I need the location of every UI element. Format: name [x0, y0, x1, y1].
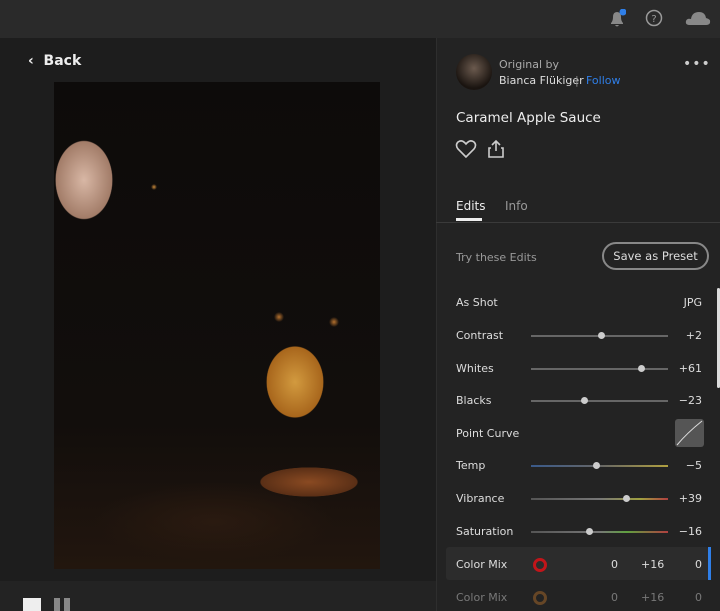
- slider-value: −23: [678, 394, 702, 407]
- color-mix-label: Color Mix: [456, 591, 508, 604]
- hue-value: 0: [611, 558, 618, 571]
- profile-label: As Shot: [456, 296, 498, 309]
- tab-info[interactable]: Info: [505, 199, 528, 213]
- color-swatch-icon[interactable]: [533, 558, 547, 572]
- slider-label: Temp: [456, 459, 486, 472]
- share-icon[interactable]: [487, 139, 505, 159]
- slider-track[interactable]: [531, 462, 668, 469]
- compare-view-button-half[interactable]: [64, 598, 70, 611]
- divider: [436, 222, 720, 223]
- hue-value: 0: [611, 591, 618, 604]
- slider-value: +2: [685, 329, 702, 342]
- slider-value: −5: [685, 459, 702, 472]
- tab-edits[interactable]: Edits: [456, 199, 486, 213]
- try-edits-label: Try these Edits: [456, 251, 537, 264]
- luminance-value: 0: [695, 591, 702, 604]
- author-name[interactable]: Bianca Flükiger: [499, 74, 584, 87]
- save-as-preset-button[interactable]: Save as Preset: [602, 242, 709, 270]
- photo-title: Caramel Apple Sauce: [456, 110, 601, 126]
- avatar[interactable]: [456, 54, 492, 90]
- slider-label: Vibrance: [456, 492, 505, 505]
- luminance-value: 0: [695, 558, 702, 571]
- svg-text:?: ?: [651, 14, 656, 25]
- help-icon[interactable]: ?: [645, 9, 663, 27]
- single-view-button[interactable]: [23, 598, 41, 611]
- bell-icon[interactable]: [608, 9, 626, 29]
- separator: |: [575, 74, 579, 87]
- point-curve-thumbnail[interactable]: [675, 419, 704, 447]
- slider-handle[interactable]: [593, 462, 601, 469]
- profile-value: JPG: [683, 296, 702, 309]
- more-options-icon[interactable]: •••: [683, 56, 711, 72]
- follow-link[interactable]: Follow: [586, 74, 621, 87]
- photo-detail: [54, 125, 134, 235]
- slider-track[interactable]: [531, 495, 668, 502]
- compare-view-button[interactable]: [54, 598, 60, 611]
- slider-track[interactable]: [531, 397, 668, 404]
- slider-label: Saturation: [456, 525, 514, 538]
- cloud-icon[interactable]: [685, 10, 711, 26]
- color-mix-label: Color Mix: [456, 558, 508, 571]
- color-swatch-icon[interactable]: [533, 591, 547, 605]
- active-tab-indicator: [456, 218, 482, 221]
- slider-label: Blacks: [456, 394, 492, 407]
- saturation-value: +16: [641, 558, 665, 571]
- slider-value: +39: [678, 492, 702, 505]
- saturation-value: +16: [641, 591, 665, 604]
- active-row-indicator: [708, 547, 711, 580]
- slider-handle[interactable]: [580, 397, 588, 404]
- slider-label: Whites: [456, 362, 494, 375]
- chevron-left-icon: ‹: [28, 53, 44, 69]
- back-button[interactable]: ‹ Back: [28, 53, 81, 69]
- original-by-label: Original by: [499, 58, 560, 71]
- point-curve-label: Point Curve: [456, 427, 520, 440]
- slider-value: +61: [678, 362, 702, 375]
- slider-handle[interactable]: [585, 528, 593, 535]
- heart-icon[interactable]: [455, 139, 477, 159]
- slider-handle[interactable]: [597, 332, 605, 339]
- slider-track[interactable]: [531, 528, 668, 535]
- slider-track[interactable]: [531, 365, 668, 372]
- slider-label: Contrast: [456, 329, 504, 342]
- top-bar: ?: [0, 0, 720, 38]
- slider-track[interactable]: [531, 332, 668, 339]
- slider-value: −16: [678, 525, 702, 538]
